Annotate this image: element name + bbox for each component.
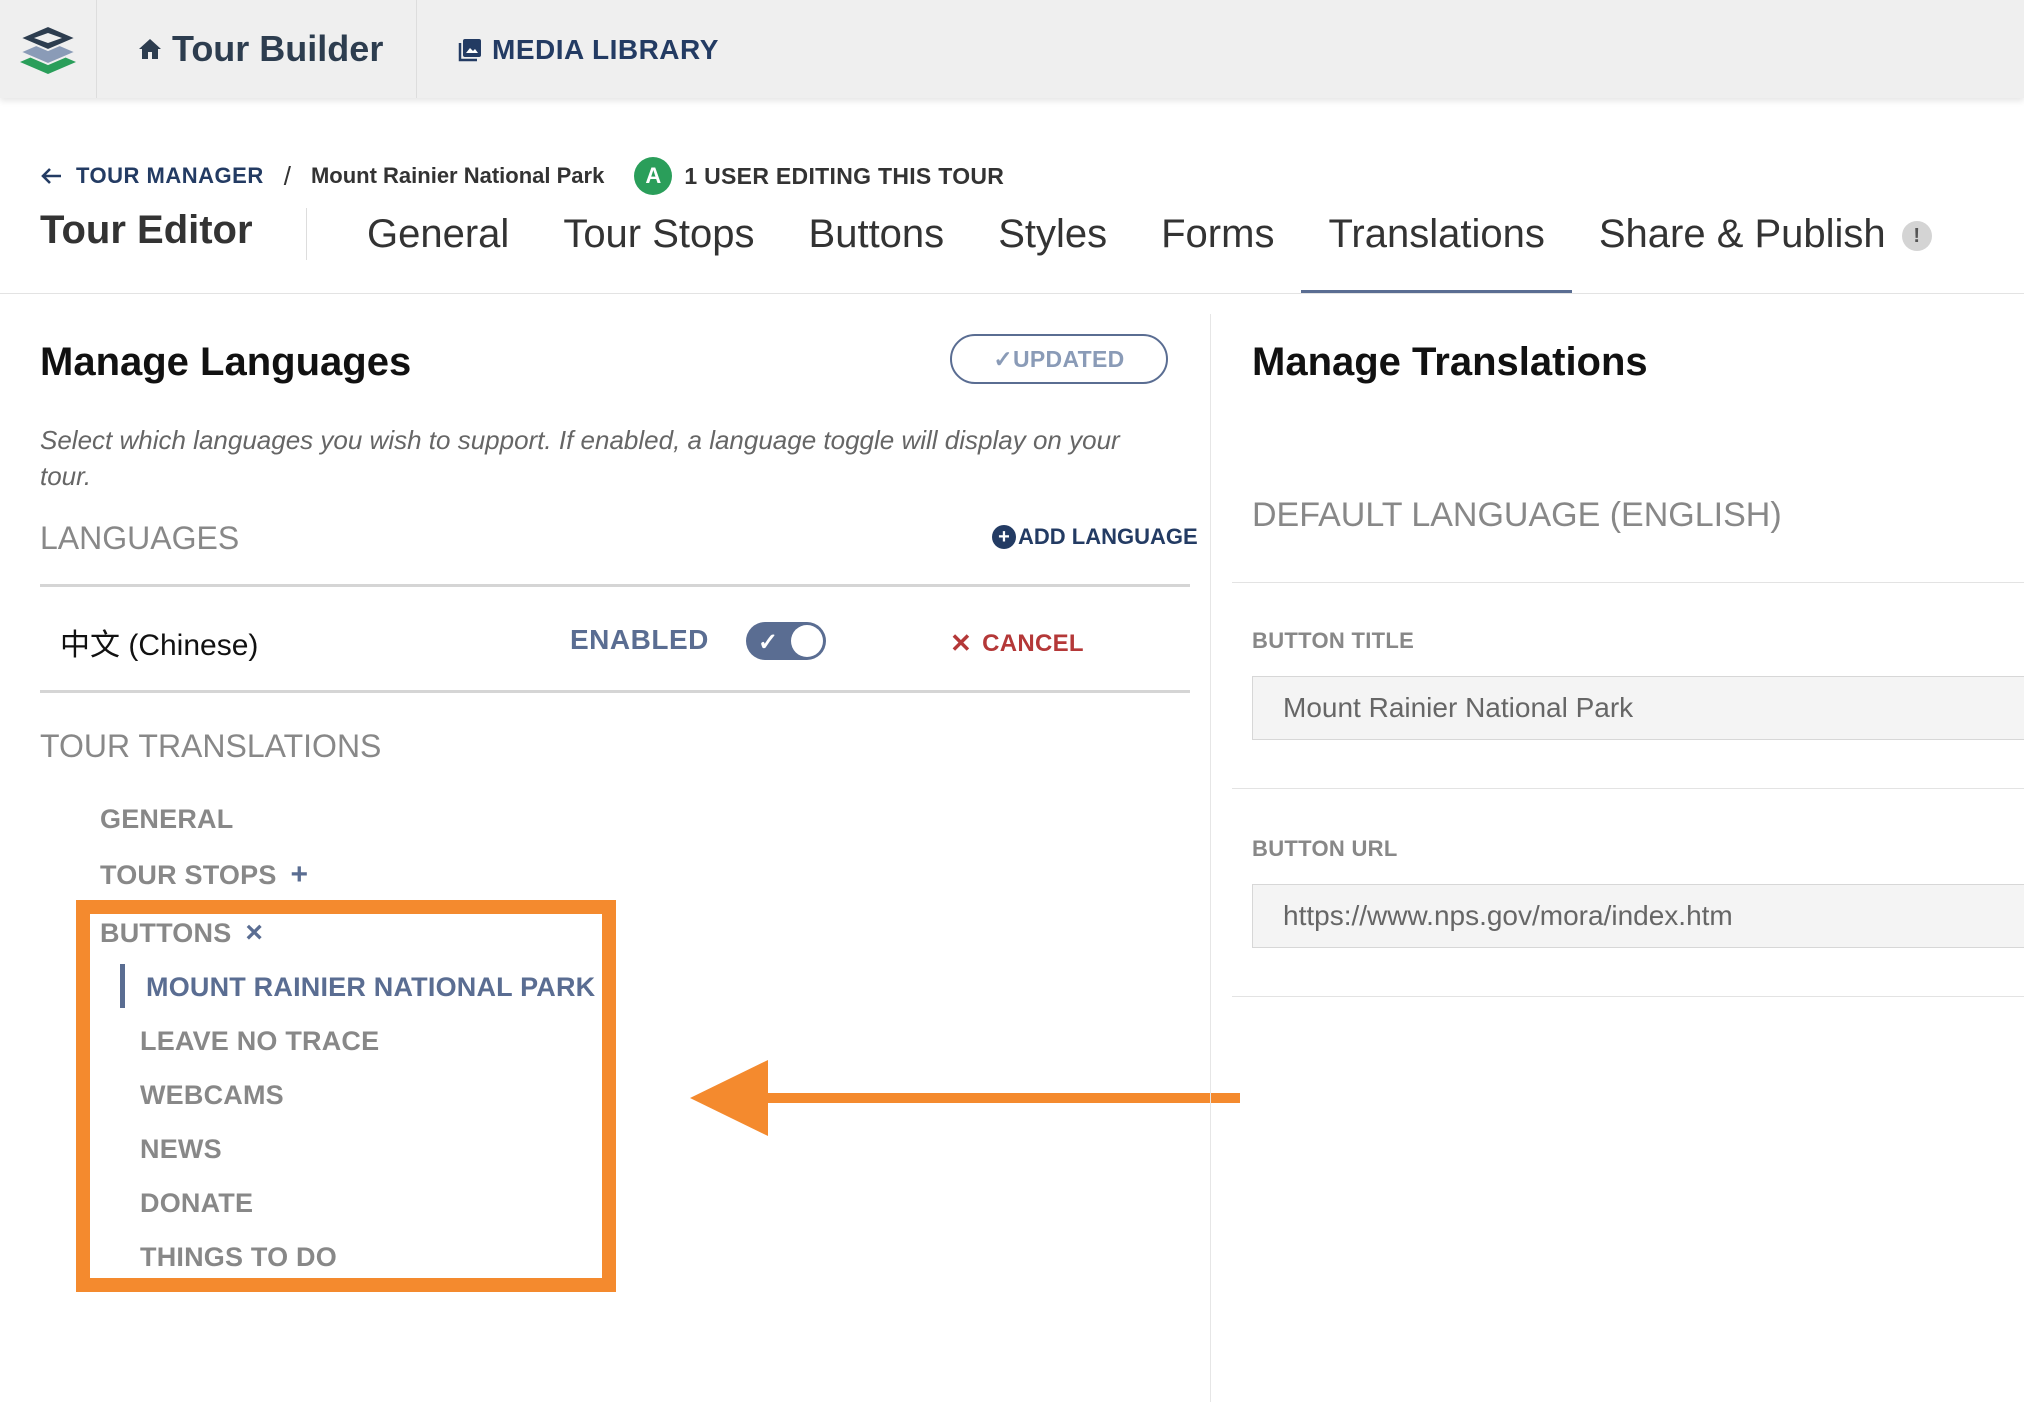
tab-styles[interactable]: Styles: [971, 204, 1134, 264]
tab-general[interactable]: General: [340, 204, 536, 264]
home-icon: [139, 39, 161, 59]
editor-tabs: General Tour Stops Buttons Styles Forms …: [340, 204, 1959, 296]
expand-icon[interactable]: +: [291, 858, 309, 891]
manage-translations-heading: Manage Translations: [1252, 340, 1648, 384]
tab-translations[interactable]: Translations: [1301, 204, 1573, 294]
column-divider: [1210, 314, 1211, 1402]
page-title: Tour Editor: [40, 208, 253, 252]
languages-header: LANGUAGES: [40, 520, 240, 556]
tab-share-publish-label: Share & Publish: [1598, 212, 1886, 256]
arrow-left-icon: [41, 168, 61, 184]
cancel-language-button[interactable]: ✕ CANCEL: [950, 628, 1084, 659]
media-library-link[interactable]: MEDIA LIBRARY: [458, 30, 719, 70]
tree-item-general[interactable]: GENERAL: [100, 804, 233, 835]
user-avatar[interactable]: A: [634, 157, 673, 195]
manage-languages-heading: Manage Languages: [40, 340, 412, 384]
translations-divider: [1232, 788, 2024, 789]
highlight-annotation-box: [76, 900, 616, 1292]
updated-button[interactable]: ✓UPDATED: [950, 334, 1168, 384]
arrow-annotation-icon: [690, 1060, 1240, 1136]
tab-tour-stops[interactable]: Tour Stops: [536, 204, 781, 264]
tree-item-tour-stops-label: TOUR STOPS: [100, 860, 277, 890]
warning-badge: !: [1901, 221, 1932, 252]
tour-manager-link[interactable]: TOUR MANAGER: [40, 163, 264, 189]
tour-builder-link[interactable]: Tour Builder: [138, 26, 383, 72]
breadcrumb: TOUR MANAGER / Mount Rainier National Pa…: [40, 156, 1004, 196]
tabs-divider: [0, 293, 2024, 294]
top-bar: Tour Builder MEDIA LIBRARY: [0, 0, 2024, 98]
button-url-label: BUTTON URL: [1252, 836, 1398, 861]
add-language-label: ADD LANGUAGE: [1018, 524, 1198, 549]
enabled-label: ENABLED: [570, 624, 709, 655]
breadcrumb-separator: /: [283, 160, 291, 191]
translations-divider: [1232, 996, 2024, 997]
default-language-header: DEFAULT LANGUAGE (ENGLISH): [1252, 496, 1782, 534]
topbar-divider: [416, 0, 417, 98]
title-divider: [306, 208, 307, 260]
languages-divider-top: [40, 584, 1190, 587]
check-icon: ✓: [758, 629, 779, 656]
close-icon: ✕: [950, 628, 973, 658]
tree-item-tour-stops[interactable]: TOUR STOPS +: [100, 858, 308, 892]
translations-divider: [1232, 582, 2024, 583]
tab-forms[interactable]: Forms: [1134, 204, 1301, 264]
toggle-knob: [791, 625, 823, 657]
breadcrumb-current: Mount Rainier National Park: [310, 163, 605, 188]
button-title-field[interactable]: [1252, 676, 2024, 740]
language-name: 中文 (Chinese): [60, 629, 259, 662]
button-url-field[interactable]: [1252, 884, 2024, 948]
button-title-label: BUTTON TITLE: [1252, 628, 1415, 653]
add-language-button[interactable]: + ADD LANGUAGE: [992, 524, 1198, 550]
plus-circle-icon: +: [992, 525, 1016, 549]
language-enabled-toggle[interactable]: ✓: [746, 622, 826, 660]
tab-share-publish[interactable]: Share & Publish!: [1572, 204, 1959, 264]
brand-label: Tour Builder: [172, 28, 384, 69]
tour-translations-header: TOUR TRANSLATIONS: [40, 728, 382, 764]
tab-buttons[interactable]: Buttons: [782, 204, 972, 264]
languages-divider-bottom: [40, 690, 1190, 693]
layers-logo-icon: [17, 24, 79, 74]
image-gallery-icon: [458, 39, 481, 62]
app-logo[interactable]: [0, 0, 97, 98]
media-library-label: MEDIA LIBRARY: [492, 34, 719, 65]
cancel-label: CANCEL: [982, 629, 1084, 657]
languages-description: Select which languages you wish to suppo…: [40, 425, 1120, 491]
tour-manager-label: TOUR MANAGER: [76, 163, 264, 188]
user-editing-status: 1 USER EDITING THIS TOUR: [684, 162, 1005, 189]
